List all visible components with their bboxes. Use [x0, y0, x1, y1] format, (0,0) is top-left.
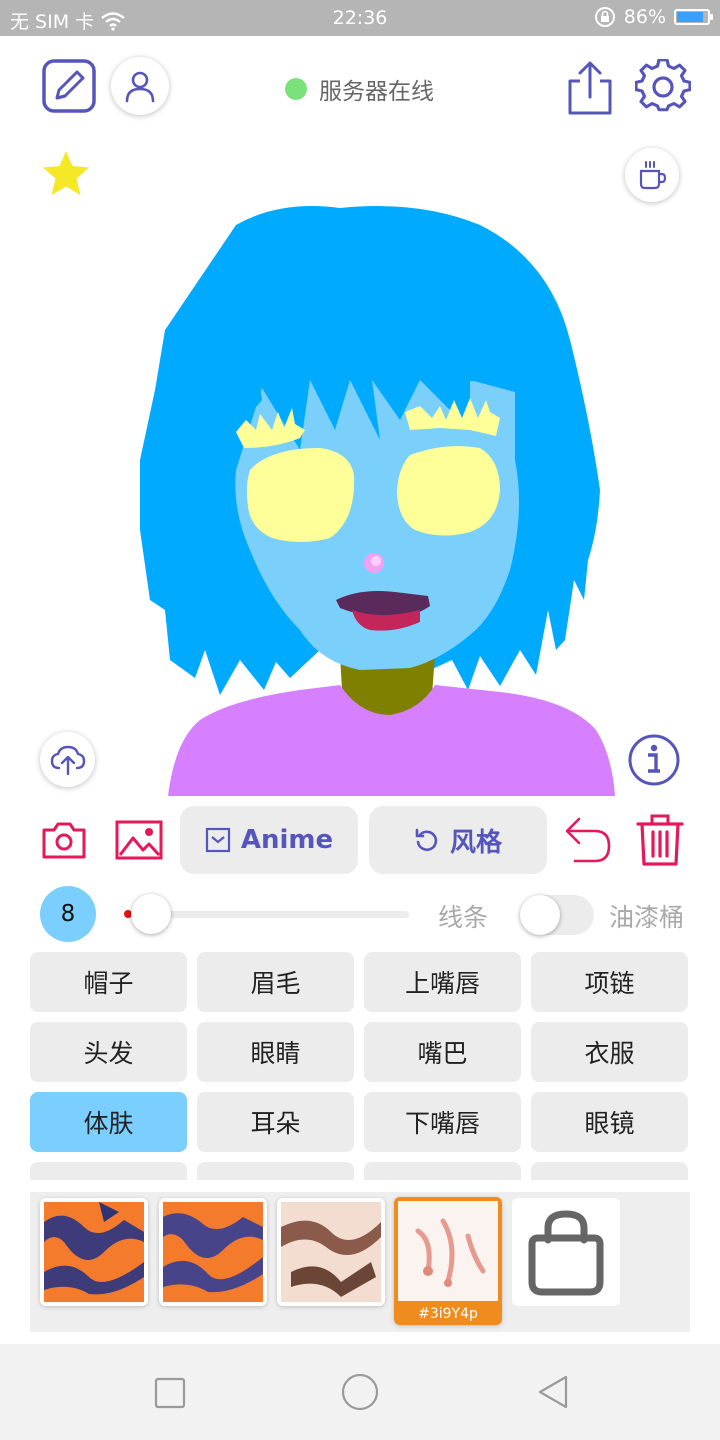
brush-size-slider-thumb[interactable]: [131, 894, 171, 934]
info-button[interactable]: [626, 732, 682, 788]
camera-icon: [42, 822, 86, 859]
right-eye: [397, 446, 500, 536]
paint-bucket-toggle[interactable]: [520, 895, 594, 935]
left-eye: [246, 448, 355, 542]
pencil-square-icon: [42, 59, 96, 113]
server-status-dot: [285, 78, 307, 100]
style-code: #3i9Y4p: [418, 1306, 478, 1322]
gallery-button[interactable]: [114, 818, 164, 862]
style-preview-2: [163, 1202, 263, 1302]
store-button[interactable]: [512, 1198, 620, 1306]
style-thumbnail[interactable]: [277, 1198, 385, 1306]
line-mode-label: 线条: [438, 903, 489, 932]
category-button[interactable]: 眉毛: [197, 952, 354, 1012]
style-preview-1: [44, 1202, 144, 1302]
portrait-drawing: [140, 206, 615, 796]
cloud-upload-icon: [50, 745, 85, 775]
category-button[interactable]: [30, 1162, 187, 1180]
share-button[interactable]: [564, 58, 616, 116]
back-button[interactable]: [536, 1374, 570, 1410]
delete-button[interactable]: [633, 812, 687, 868]
category-button[interactable]: [197, 1162, 354, 1180]
category-button[interactable]: 头发: [30, 1022, 187, 1082]
user-icon: [125, 71, 155, 103]
category-button[interactable]: 耳朵: [197, 1092, 354, 1152]
paint-bucket-label: 油漆桶: [609, 903, 685, 932]
recents-button[interactable]: [154, 1377, 186, 1409]
category-button[interactable]: 项链: [531, 952, 688, 1012]
style-label: 风格: [449, 827, 502, 858]
category-button[interactable]: 衣服: [531, 1022, 688, 1082]
style-thumbnail-selected[interactable]: #3i9Y4p: [394, 1197, 502, 1325]
battery-icon: [674, 9, 713, 25]
category-button[interactable]: 上嘴唇: [364, 952, 521, 1012]
style-preview-3: [281, 1202, 381, 1302]
status-right: 86%: [594, 6, 713, 28]
category-button[interactable]: 眼镜: [531, 1092, 688, 1152]
triangle-back-icon: [538, 1375, 568, 1409]
category-button[interactable]: [531, 1162, 688, 1180]
category-button[interactable]: 下嘴唇: [364, 1092, 521, 1152]
status-bar: 无 SIM 卡 22:36 86%: [0, 0, 720, 36]
home-button[interactable]: [341, 1373, 379, 1411]
drawing-canvas[interactable]: [0, 130, 720, 796]
rotation-lock-icon: [594, 7, 615, 27]
server-status-label: 服务器在线: [319, 79, 434, 105]
gear-icon: [635, 59, 691, 112]
navigation-bar: [0, 1344, 720, 1440]
category-button[interactable]: 体肤: [30, 1092, 187, 1152]
toggle-knob: [520, 895, 560, 935]
rotate-icon: [415, 828, 438, 852]
style-thumbnail[interactable]: [40, 1198, 148, 1306]
undo-button[interactable]: [562, 814, 614, 866]
sketch-mode-button[interactable]: [40, 58, 98, 114]
anime-button[interactable]: Anime: [180, 806, 358, 874]
category-grid: 帽子 眉毛 上嘴唇 项链头发 眼睛 嘴巴 衣服体肤 耳朵 下嘴唇 眼镜: [0, 940, 720, 1180]
info-icon: [628, 734, 680, 786]
brush-size-badge: 8: [40, 886, 96, 942]
nose-highlight: [371, 556, 381, 566]
profile-button[interactable]: [111, 57, 169, 115]
anime-label: Anime: [240, 825, 334, 855]
shopping-bag-icon: [528, 1210, 604, 1296]
style-thumbnail[interactable]: [159, 1198, 267, 1306]
image-icon: [115, 820, 163, 860]
category-button[interactable]: 帽子: [30, 952, 187, 1012]
style-button[interactable]: 风格: [369, 806, 547, 874]
server-status: 服务器在线: [285, 72, 434, 106]
category-button[interactable]: 眼睛: [197, 1022, 354, 1082]
checkbox-mail-icon: [205, 827, 230, 853]
trash-icon: [636, 814, 684, 866]
category-button[interactable]: 嘴巴: [364, 1022, 521, 1082]
battery-fill: [677, 12, 703, 22]
undo-icon: [565, 817, 611, 863]
square-icon: [154, 1377, 186, 1409]
camera-button[interactable]: [40, 818, 88, 862]
upload-button[interactable]: [40, 732, 95, 787]
settings-button[interactable]: [634, 58, 692, 116]
circle-icon: [341, 1373, 379, 1411]
style-preview-4: [398, 1201, 498, 1301]
share-icon: [568, 61, 612, 115]
battery-percent: 86%: [623, 6, 666, 28]
category-button[interactable]: [364, 1162, 521, 1180]
